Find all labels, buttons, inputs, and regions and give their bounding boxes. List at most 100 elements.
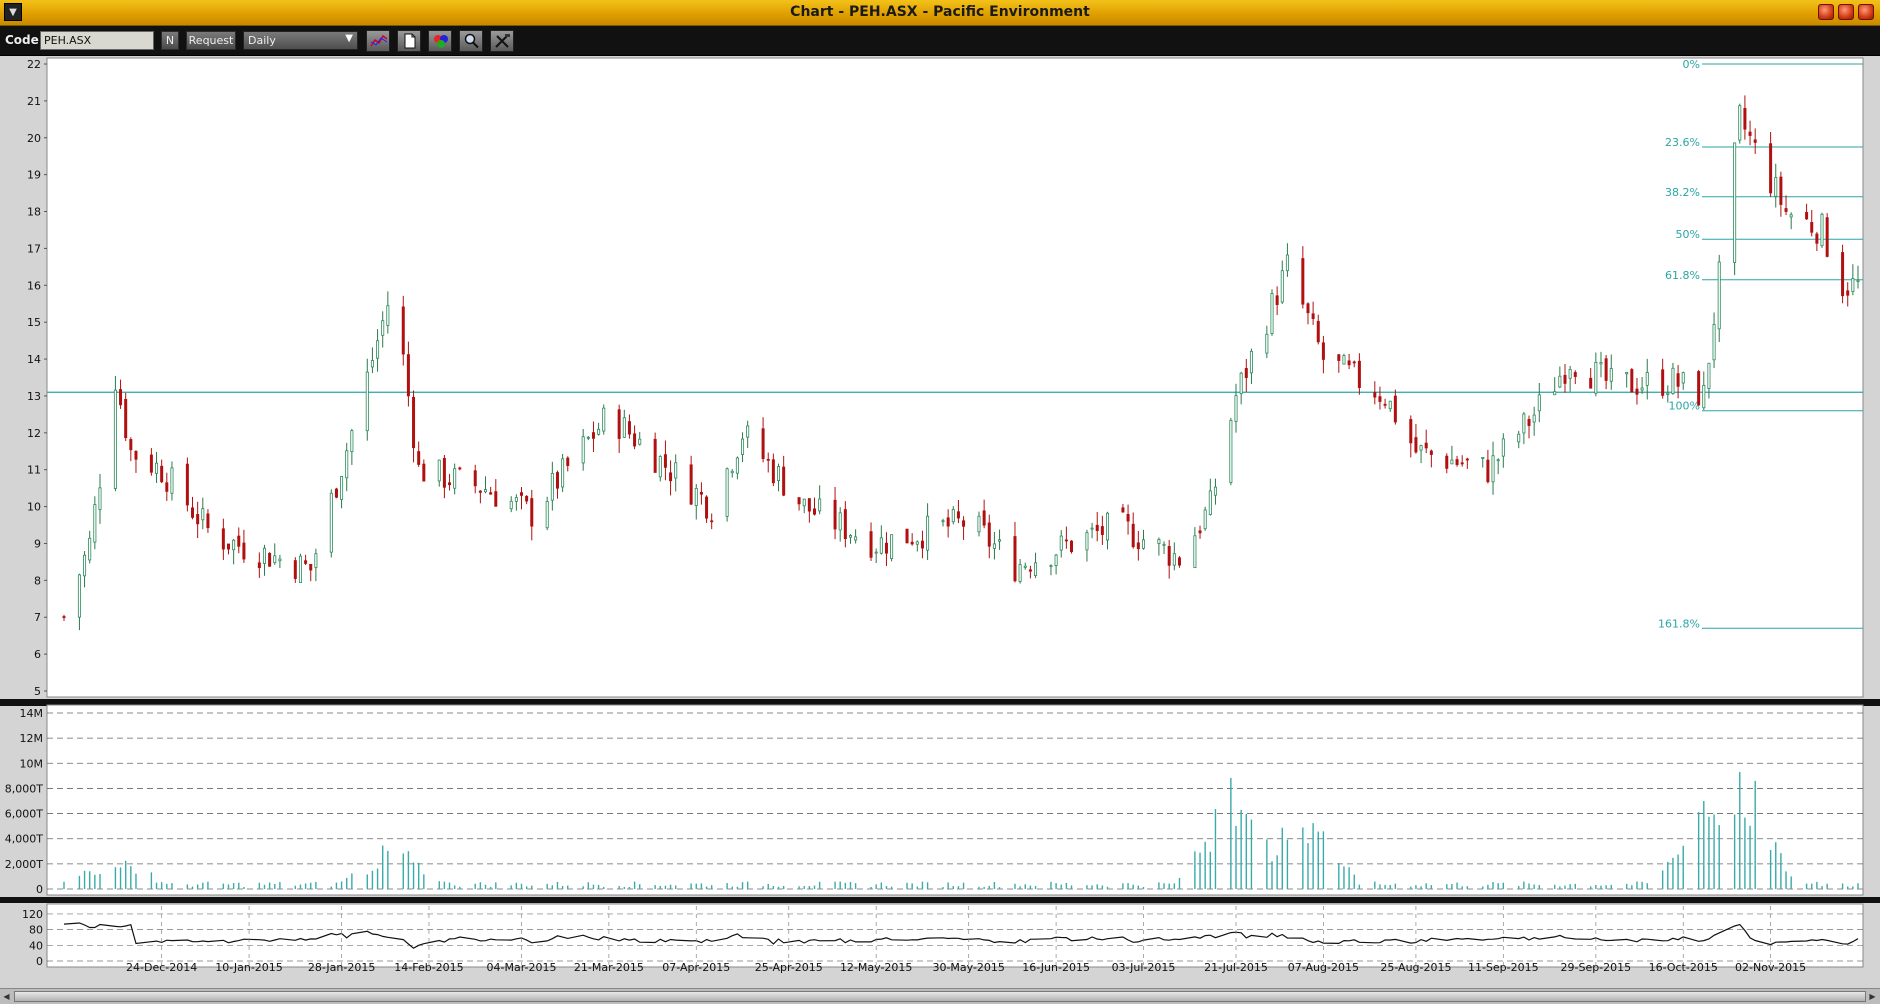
price-candle [741, 438, 745, 455]
price-candle [802, 498, 806, 507]
fib-label: 50% [1676, 228, 1700, 241]
price-candle [838, 512, 842, 531]
price-candle [910, 541, 914, 545]
price-candle [1738, 105, 1742, 141]
price-candle [926, 515, 930, 551]
price-candle [1820, 213, 1824, 247]
price-candle [653, 438, 657, 473]
scroll-left-icon[interactable]: ◀ [1, 991, 12, 1002]
chart-canvas[interactable]: 22212019181716151413121110987650%23.6%38… [0, 57, 1880, 988]
oscillator-tick-label: 0 [36, 955, 43, 968]
price-candle [237, 535, 241, 547]
price-candle [622, 417, 626, 438]
price-candle [242, 542, 246, 560]
price-candle [386, 305, 390, 326]
price-candle [1141, 539, 1145, 549]
price-candle [1285, 254, 1289, 272]
price-candle [581, 436, 585, 464]
price-candle [920, 540, 924, 549]
scrollbar-thumb[interactable] [14, 991, 1866, 1002]
price-candle [1558, 375, 1562, 388]
price-candle [1681, 372, 1685, 384]
price-candle [412, 396, 416, 449]
price-candle [1666, 392, 1670, 395]
price-candle [1661, 369, 1665, 396]
price-candle [1316, 320, 1320, 343]
volume-tick-label: 12M [20, 732, 44, 745]
price-candle [1532, 414, 1536, 423]
price-candle [725, 468, 729, 517]
price-candle [1162, 543, 1166, 546]
n-button[interactable]: N [161, 31, 179, 50]
price-candle [1774, 177, 1778, 197]
price-candle [1568, 369, 1572, 379]
price-candle [514, 497, 518, 502]
price-candle [129, 439, 133, 451]
price-candle [1841, 252, 1845, 297]
color-palette-icon [434, 35, 448, 48]
chart-area[interactable]: 22 21 20 19 18 17 16 15 14 13 12 11 10 9 8 7 6 5 0% 23.6% 38… [0, 57, 1880, 988]
price-candle [1409, 419, 1413, 444]
request-button[interactable]: Request [186, 31, 236, 50]
price-candle [884, 542, 888, 554]
price-candle [293, 560, 297, 579]
maximize-button[interactable] [1838, 4, 1854, 20]
price-candle [1023, 565, 1027, 568]
minimize-button[interactable] [1818, 4, 1834, 20]
price-candle [530, 498, 534, 527]
oscillator-tick-label: 40 [29, 939, 43, 952]
price-candle [437, 459, 441, 482]
volume-osc-splitter [0, 897, 1880, 903]
code-input[interactable]: PEH.ASX [40, 31, 154, 50]
price-candle [638, 438, 642, 445]
horizontal-scrollbar[interactable]: ◀ ▶ [0, 988, 1880, 1004]
page-button[interactable] [397, 30, 421, 52]
date-label: 14-Feb-2015 [394, 961, 463, 974]
price-candle [602, 407, 606, 432]
price-candle [134, 450, 138, 460]
oscillator-tick-label: 120 [22, 908, 43, 921]
date-label: 02-Nov-2015 [1735, 961, 1806, 974]
period-select[interactable]: Daily ▼ [243, 31, 358, 50]
price-candle [890, 534, 894, 560]
price-tick-label: 16 [27, 279, 41, 292]
price-candle [226, 543, 230, 550]
price-candle [545, 501, 549, 529]
volume-tick-label: 0 [36, 883, 43, 896]
price-candle [689, 464, 693, 505]
date-label: 07-Aug-2015 [1288, 961, 1359, 974]
date-label: 07-Apr-2015 [662, 961, 730, 974]
price-candle [586, 436, 590, 439]
date-label: 10-Jan-2015 [215, 961, 283, 974]
price-candle [185, 463, 189, 506]
price-candle [1028, 569, 1032, 572]
title-bar[interactable]: ▼ Chart - PEH.ASX - Pacific Environment [0, 0, 1880, 26]
volume-tick-label: 2,000T [5, 858, 43, 871]
code-label: Code: [5, 33, 44, 47]
price-candle [1070, 540, 1074, 553]
tools-button[interactable] [490, 30, 514, 52]
price-candle [1049, 565, 1053, 568]
scroll-right-icon[interactable]: ▶ [1867, 991, 1878, 1002]
price-candle [843, 509, 847, 540]
indicator-button[interactable] [366, 30, 390, 52]
price-candle [329, 492, 333, 553]
price-candle [848, 535, 852, 538]
price-candle [77, 574, 81, 618]
zoom-button[interactable] [459, 30, 483, 52]
price-tick-label: 6 [34, 648, 41, 661]
price-candle [1712, 324, 1716, 361]
tools-icon [495, 34, 510, 48]
color-button[interactable] [428, 30, 452, 52]
price-candle [525, 495, 529, 502]
price-candle [93, 504, 97, 543]
price-tick-label: 22 [27, 58, 41, 71]
price-candle [663, 454, 667, 468]
price-candle [1136, 542, 1140, 550]
price-candle [1229, 420, 1233, 483]
price-candle [1851, 278, 1855, 292]
volume-tick-label: 4,000T [5, 833, 43, 846]
price-candle [982, 510, 986, 526]
close-button[interactable] [1858, 4, 1874, 20]
price-candle [448, 482, 452, 486]
